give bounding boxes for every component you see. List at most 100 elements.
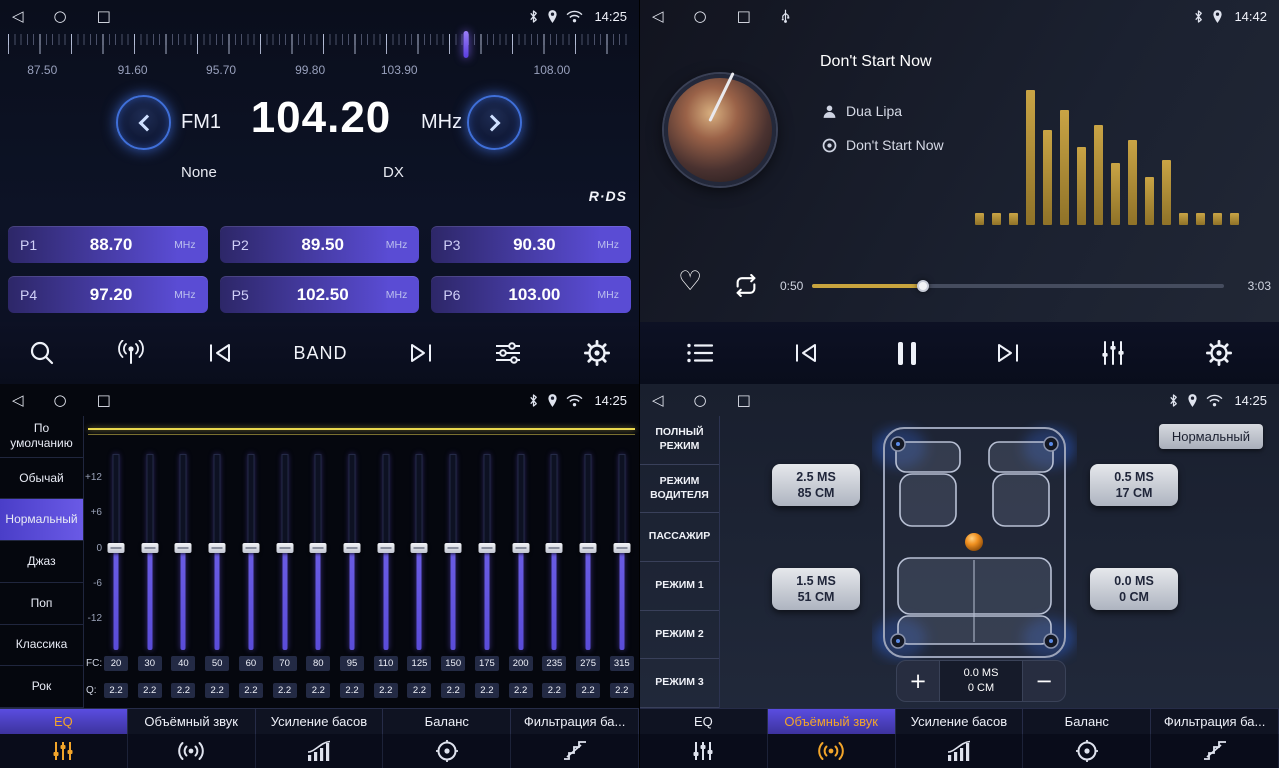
tab-surround[interactable]: Объёмный звук	[128, 709, 256, 734]
eq-icon[interactable]	[640, 734, 768, 768]
home-icon[interactable]: ○	[694, 9, 707, 24]
favorite-heart-icon[interactable]: ♡	[678, 268, 702, 295]
slider-knob[interactable]	[613, 543, 630, 553]
eq-band-slider-70[interactable]	[273, 454, 297, 650]
back-icon[interactable]: ◁	[12, 9, 24, 24]
mode-item-4[interactable]: РЕЖИМ 2	[640, 611, 719, 660]
tuner-indicator[interactable]	[463, 31, 468, 58]
mode-item-2[interactable]: ПАССАЖИР	[640, 513, 719, 562]
eq-preset-item-1[interactable]: Обычай	[0, 458, 83, 500]
surround-sound-icon[interactable]	[128, 734, 256, 768]
back-icon[interactable]: ◁	[12, 393, 24, 408]
slider-knob[interactable]	[276, 543, 293, 553]
tab-bass[interactable]: Усиление басов	[256, 709, 384, 734]
tab-eq[interactable]: EQ	[640, 709, 768, 734]
mode-item-5[interactable]: РЕЖИМ 3	[640, 659, 719, 708]
slider-knob[interactable]	[242, 543, 259, 553]
tune-up-button[interactable]	[467, 95, 522, 150]
settings-gear-icon[interactable]	[1205, 339, 1233, 367]
back-icon[interactable]: ◁	[652, 9, 664, 24]
eq-band-slider-30[interactable]	[138, 454, 162, 650]
eq-preset-item-2[interactable]: Нормальный	[0, 499, 83, 541]
mode-item-1[interactable]: РЕЖИМ ВОДИТЕЛЯ	[640, 465, 719, 514]
tab-balance[interactable]: Баланс	[383, 709, 511, 734]
eq-preset-item-6[interactable]: Рок	[0, 666, 83, 708]
playlist-icon[interactable]	[686, 342, 714, 364]
broadcast-antenna-icon[interactable]	[116, 340, 146, 366]
progress-handle[interactable]	[917, 280, 929, 292]
tab-filter[interactable]: Фильтрация ба...	[511, 709, 639, 734]
mixer-sliders-icon[interactable]	[1100, 340, 1126, 366]
delay-front-left-button[interactable]: 2.5 MS 85 CM	[772, 464, 860, 506]
eq-band-slider-60[interactable]	[239, 454, 263, 650]
slider-knob[interactable]	[310, 543, 327, 553]
slider-knob[interactable]	[445, 543, 462, 553]
balance-icon[interactable]	[383, 734, 511, 768]
settings-gear-icon[interactable]	[583, 339, 611, 367]
filter-icon[interactable]	[511, 734, 639, 768]
eq-band-slider-20[interactable]	[104, 454, 128, 650]
eq-preset-item-0[interactable]: По умолчанию	[0, 416, 83, 458]
back-icon[interactable]: ◁	[652, 393, 664, 408]
eq-band-slider-110[interactable]	[374, 454, 398, 650]
filter-icon[interactable]	[1151, 734, 1279, 768]
preset-button-p6[interactable]: P6103.00MHz	[431, 276, 631, 313]
eq-band-slider-40[interactable]	[171, 454, 195, 650]
skip-next-icon[interactable]	[995, 342, 1021, 364]
bass-boost-icon[interactable]	[256, 734, 384, 768]
tab-surround[interactable]: Объёмный звук	[768, 709, 896, 734]
preset-button-p2[interactable]: P289.50MHz	[220, 226, 420, 263]
decrease-button[interactable]: −	[1023, 669, 1065, 693]
eq-band-slider-275[interactable]	[576, 454, 600, 650]
scan-search-icon[interactable]	[28, 339, 56, 367]
eq-band-slider-200[interactable]	[509, 454, 533, 650]
eq-band-slider-150[interactable]	[441, 454, 465, 650]
slider-knob[interactable]	[377, 543, 394, 553]
repeat-icon[interactable]	[732, 274, 760, 297]
slider-knob[interactable]	[512, 543, 529, 553]
eq-band-slider-315[interactable]	[610, 454, 634, 650]
recents-icon[interactable]: □	[97, 393, 111, 408]
delay-rear-left-button[interactable]: 1.5 MS 51 CM	[772, 568, 860, 610]
preset-button-p1[interactable]: P188.70MHz	[8, 226, 208, 263]
mode-item-3[interactable]: РЕЖИМ 1	[640, 562, 719, 611]
mode-item-0[interactable]: ПОЛНЫЙ РЕЖИМ	[640, 416, 719, 465]
tab-filter[interactable]: Фильтрация ба...	[1151, 709, 1279, 734]
home-icon[interactable]: ○	[694, 393, 707, 408]
eq-band-slider-80[interactable]	[306, 454, 330, 650]
eq-band-slider-175[interactable]	[475, 454, 499, 650]
eq-icon[interactable]	[0, 734, 128, 768]
tab-balance[interactable]: Баланс	[1023, 709, 1151, 734]
tuner-settings-sliders-icon[interactable]	[494, 341, 522, 365]
band-button[interactable]: BAND	[293, 343, 347, 364]
preset-button-p4[interactable]: P497.20MHz	[8, 276, 208, 313]
surround-preset-button[interactable]: Нормальный	[1159, 424, 1263, 449]
tune-down-button[interactable]	[116, 95, 171, 150]
slider-knob[interactable]	[478, 543, 495, 553]
surround-sound-icon[interactable]	[768, 734, 896, 768]
eq-preset-item-3[interactable]: Джаз	[0, 541, 83, 583]
recents-icon[interactable]: □	[737, 9, 751, 24]
slider-knob[interactable]	[546, 543, 563, 553]
home-icon[interactable]: ○	[54, 9, 67, 24]
eq-band-slider-235[interactable]	[542, 454, 566, 650]
eq-band-slider-95[interactable]	[340, 454, 364, 650]
slider-knob[interactable]	[175, 543, 192, 553]
frequency-ruler[interactable]	[8, 34, 631, 58]
tab-bass[interactable]: Усиление басов	[896, 709, 1024, 734]
progress-slider[interactable]	[812, 284, 1224, 288]
eq-band-slider-125[interactable]	[407, 454, 431, 650]
eq-band-slider-50[interactable]	[205, 454, 229, 650]
bass-boost-icon[interactable]	[896, 734, 1024, 768]
slider-knob[interactable]	[580, 543, 597, 553]
pause-button[interactable]	[898, 342, 916, 365]
slider-knob[interactable]	[108, 543, 125, 553]
skip-previous-icon[interactable]	[207, 342, 233, 364]
slider-knob[interactable]	[141, 543, 158, 553]
eq-preset-item-4[interactable]: Поп	[0, 583, 83, 625]
home-icon[interactable]: ○	[54, 393, 67, 408]
preset-button-p3[interactable]: P390.30MHz	[431, 226, 631, 263]
eq-preset-item-5[interactable]: Классика	[0, 625, 83, 667]
recents-icon[interactable]: □	[737, 393, 751, 408]
slider-knob[interactable]	[209, 543, 226, 553]
